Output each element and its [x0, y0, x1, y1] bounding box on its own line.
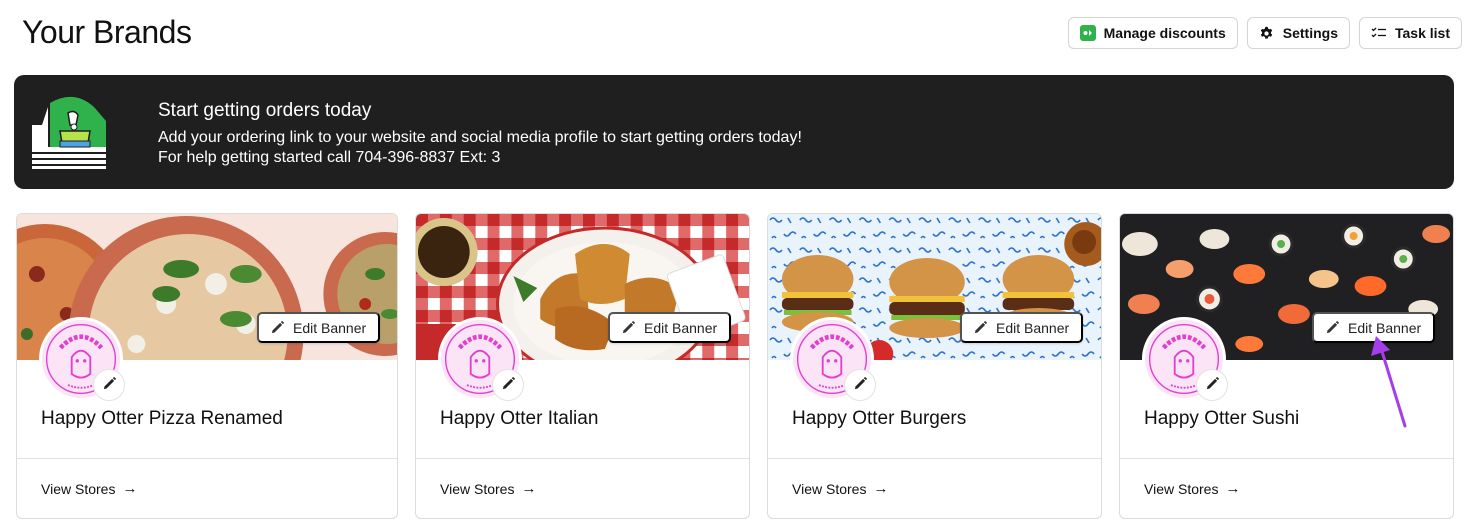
promo-title: Start getting orders today [158, 100, 372, 121]
arrow-right-icon: → [122, 480, 138, 497]
card-divider [1120, 458, 1453, 459]
edit-banner-button[interactable]: Edit Banner [1312, 312, 1436, 343]
discount-icon [1079, 25, 1096, 41]
card-divider [416, 458, 749, 459]
pencil-icon [1206, 377, 1219, 393]
view-stores-label: View Stores [440, 480, 515, 497]
card-divider [17, 458, 397, 459]
edit-logo-button[interactable] [844, 369, 876, 401]
pencil-icon [502, 377, 515, 393]
view-stores-link[interactable]: View Stores → [440, 480, 536, 497]
edit-banner-button[interactable]: Edit Banner [960, 312, 1084, 343]
task-list-button[interactable]: Task list [1359, 17, 1462, 49]
brand-name: Happy Otter Burgers [792, 408, 967, 429]
edit-banner-button[interactable]: Edit Banner [257, 312, 381, 343]
checklist-icon [1371, 25, 1387, 41]
edit-banner-label: Edit Banner [293, 319, 367, 336]
pencil-icon [103, 377, 116, 393]
brand-name: Happy Otter Sushi [1144, 408, 1300, 429]
edit-logo-button[interactable] [93, 369, 125, 401]
settings-button[interactable]: Settings [1246, 17, 1350, 49]
pencil-icon [854, 377, 867, 393]
brand-card: Edit Banner Happy Otter Pizza Renamed Vi… [16, 213, 398, 519]
edit-banner-label: Edit Banner [644, 319, 718, 336]
settings-label: Settings [1282, 25, 1338, 41]
view-stores-label: View Stores [41, 480, 116, 497]
arrow-right-icon: → [873, 480, 889, 497]
brand-card: Edit Banner Happy Otter Sushi View Store… [1119, 213, 1454, 519]
pencil-icon [271, 321, 284, 334]
arrow-right-icon: → [1225, 480, 1241, 497]
promo-help-line: For help getting started call 704-396-88… [158, 149, 501, 166]
brand-card: Edit Banner Happy Otter Italian View Sto… [415, 213, 750, 519]
brand-name: Happy Otter Italian [440, 408, 599, 429]
arrow-right-icon: → [521, 480, 537, 497]
brand-name: Happy Otter Pizza Renamed [41, 408, 283, 429]
task-list-label: Task list [1395, 25, 1450, 41]
edit-banner-button[interactable]: Edit Banner [608, 312, 732, 343]
promo-description: Add your ordering link to your website a… [158, 129, 802, 146]
edit-logo-button[interactable] [1196, 369, 1228, 401]
promo-text: Start getting orders today Add your orde… [158, 100, 802, 168]
edit-logo-button[interactable] [492, 369, 524, 401]
view-stores-link[interactable]: View Stores → [792, 480, 888, 497]
top-actions: Manage discounts Settings Task list [1067, 17, 1462, 49]
view-stores-link[interactable]: View Stores → [41, 480, 137, 497]
manage-discounts-label: Manage discounts [1103, 25, 1226, 41]
promo-banner: Start getting orders today Add your orde… [14, 75, 1454, 189]
card-divider [768, 458, 1101, 459]
brand-card: Edit Banner Happy Otter Burgers View Sto… [767, 213, 1102, 519]
page-title: Your Brands [22, 14, 192, 50]
pencil-icon [974, 321, 987, 334]
view-stores-label: View Stores [792, 480, 867, 497]
edit-banner-label: Edit Banner [996, 319, 1070, 336]
brand-cards: Edit Banner Happy Otter Pizza Renamed Vi… [14, 213, 1454, 519]
view-stores-link[interactable]: View Stores → [1144, 480, 1240, 497]
order-illustration-icon [32, 95, 106, 169]
view-stores-label: View Stores [1144, 480, 1219, 497]
manage-discounts-button[interactable]: Manage discounts [1067, 17, 1238, 49]
gear-icon [1259, 25, 1275, 41]
pencil-icon [1326, 321, 1339, 334]
pencil-icon [622, 321, 635, 334]
edit-banner-label: Edit Banner [1348, 319, 1422, 336]
